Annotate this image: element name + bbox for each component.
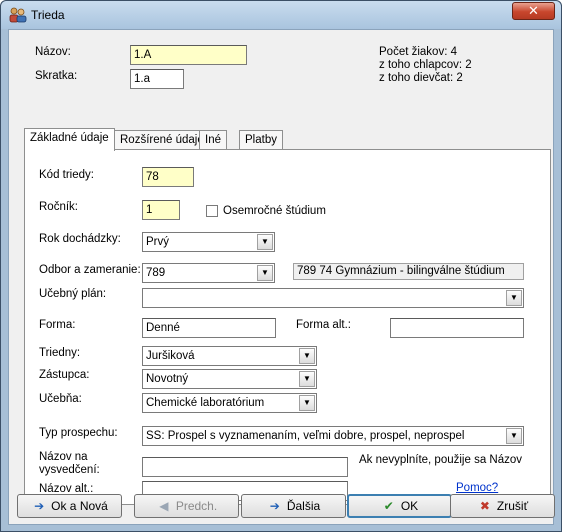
ucebna-select[interactable]: Chemické laboratórium ▼ xyxy=(142,393,317,413)
predch-button[interactable]: ◀ Predch. xyxy=(134,494,239,518)
chevron-down-icon[interactable]: ▼ xyxy=(506,428,522,444)
help-link[interactable]: Pomoc? xyxy=(456,482,498,494)
nazov-vysvedceni-label-line1: Názov na xyxy=(39,451,88,463)
chevron-down-icon[interactable]: ▼ xyxy=(257,265,273,281)
ok-button[interactable]: ✔ OK xyxy=(347,494,452,518)
dialog-body: Názov: 1.A Skratka: 1.a Počet žiakov: 4 … xyxy=(8,29,555,525)
tab-ine[interactable]: Iné xyxy=(199,130,227,150)
dalsia-button[interactable]: ➔ Ďalšia xyxy=(241,494,346,518)
nazov-vysvedceni-input[interactable] xyxy=(142,457,348,477)
triedny-select[interactable]: Juršiková ▼ xyxy=(142,346,317,366)
zastupca-select[interactable]: Novotný ▼ xyxy=(142,369,317,389)
tab-zakladne-udaje[interactable]: Základné údaje xyxy=(24,128,115,151)
ucebny-plan-label: Učebný plán: xyxy=(39,288,107,300)
zastupca-value: Novotný xyxy=(146,373,189,385)
chevron-down-icon[interactable]: ▼ xyxy=(257,234,273,250)
dalsia-label: Ďalšia xyxy=(286,499,321,513)
window-title: Trieda xyxy=(31,8,65,22)
arrow-right-icon: ➔ xyxy=(34,499,45,513)
nazov-input[interactable]: 1.A xyxy=(130,45,247,65)
osemrocne-checkbox[interactable] xyxy=(206,205,218,217)
rok-dochadzky-label: Rok dochádzky: xyxy=(39,233,121,245)
ucebna-label: Učebňa: xyxy=(39,393,82,405)
hint-text: Ak nevyplníte, použije sa Názov xyxy=(359,454,523,466)
zastupca-label: Zástupca: xyxy=(39,369,90,381)
title-bar: Trieda ✕ xyxy=(1,1,561,29)
typ-prospechu-select[interactable]: SŠ: Prospel s vyznamenaním, veľmi dobre,… xyxy=(142,426,524,446)
zrusit-label: Zrušiť xyxy=(496,499,529,513)
ok-a-nova-label: Ok a Nová xyxy=(51,499,108,513)
odbor-label: Odbor a zameranie: xyxy=(39,264,141,276)
pocet-chlapcov-text: z toho chlapcov: 2 xyxy=(379,59,472,71)
kod-triedy-input[interactable]: 78 xyxy=(142,167,194,187)
rocnik-label: Ročník: xyxy=(39,201,78,213)
rok-dochadzky-select[interactable]: Prvý ▼ xyxy=(142,232,275,252)
forma-alt-input[interactable] xyxy=(390,318,524,338)
chevron-down-icon[interactable]: ▼ xyxy=(299,348,315,364)
triedny-value: Juršiková xyxy=(146,350,195,362)
cancel-icon: ✖ xyxy=(479,499,490,513)
tab-panel-zakladne: Kód triedy: 78 Ročník: 1 Osemročné štúdi… xyxy=(24,149,551,505)
triedny-label: Triedny: xyxy=(39,347,81,359)
typ-prospechu-label: Typ prospechu: xyxy=(39,427,118,439)
forma-alt-label: Forma alt.: xyxy=(296,319,351,331)
dialog-window: Trieda ✕ Názov: 1.A Skratka: 1.a Počet ž… xyxy=(0,0,562,532)
typ-prospechu-value: SŠ: Prospel s vyznamenaním, veľmi dobre,… xyxy=(146,430,465,442)
rok-dochadzky-value: Prvý xyxy=(146,236,169,248)
pocet-ziakov-text: Počet žiakov: 4 xyxy=(379,46,457,58)
odbor-value: 789 xyxy=(146,267,166,279)
close-button[interactable]: ✕ xyxy=(512,2,555,20)
ucebny-plan-select[interactable]: ▼ xyxy=(142,288,524,308)
arrow-right-icon: ➔ xyxy=(269,499,280,513)
odbor-description: 789 74 Gymnázium - bilingválne štúdium xyxy=(293,263,524,280)
kod-triedy-label: Kód triedy: xyxy=(39,169,94,181)
people-icon xyxy=(9,7,27,23)
ok-label: OK xyxy=(400,499,419,513)
pocet-dievcat-text: z toho dievčat: 2 xyxy=(379,72,463,84)
tab-rozsirene-udaje[interactable]: Rozšírené údaje xyxy=(114,130,210,150)
chevron-down-icon[interactable]: ▼ xyxy=(299,395,315,411)
skratka-label: Skratka: xyxy=(35,70,78,82)
checkmark-icon: ✔ xyxy=(383,499,394,513)
odbor-select[interactable]: 789 ▼ xyxy=(142,263,275,283)
predch-label: Predch. xyxy=(175,499,218,513)
close-icon: ✕ xyxy=(528,3,539,18)
forma-input[interactable]: Denné xyxy=(142,318,276,338)
ucebna-value: Chemické laboratórium xyxy=(146,397,265,409)
chevron-down-icon[interactable]: ▼ xyxy=(299,371,315,387)
nazov-vysvedceni-label-line2: vysvedčení: xyxy=(39,464,100,476)
arrow-left-icon: ◀ xyxy=(159,499,169,513)
skratka-input[interactable]: 1.a xyxy=(130,69,184,89)
chevron-down-icon[interactable]: ▼ xyxy=(506,290,522,306)
nazov-label: Názov: xyxy=(35,46,71,58)
rocnik-input[interactable]: 1 xyxy=(142,200,180,220)
ok-a-nova-button[interactable]: ➔ Ok a Nová xyxy=(17,494,122,518)
tab-platby[interactable]: Platby xyxy=(239,130,283,150)
osemrocne-label: Osemročné štúdium xyxy=(223,205,326,217)
zrusit-button[interactable]: ✖ Zrušiť xyxy=(450,494,555,518)
forma-label: Forma: xyxy=(39,319,76,331)
